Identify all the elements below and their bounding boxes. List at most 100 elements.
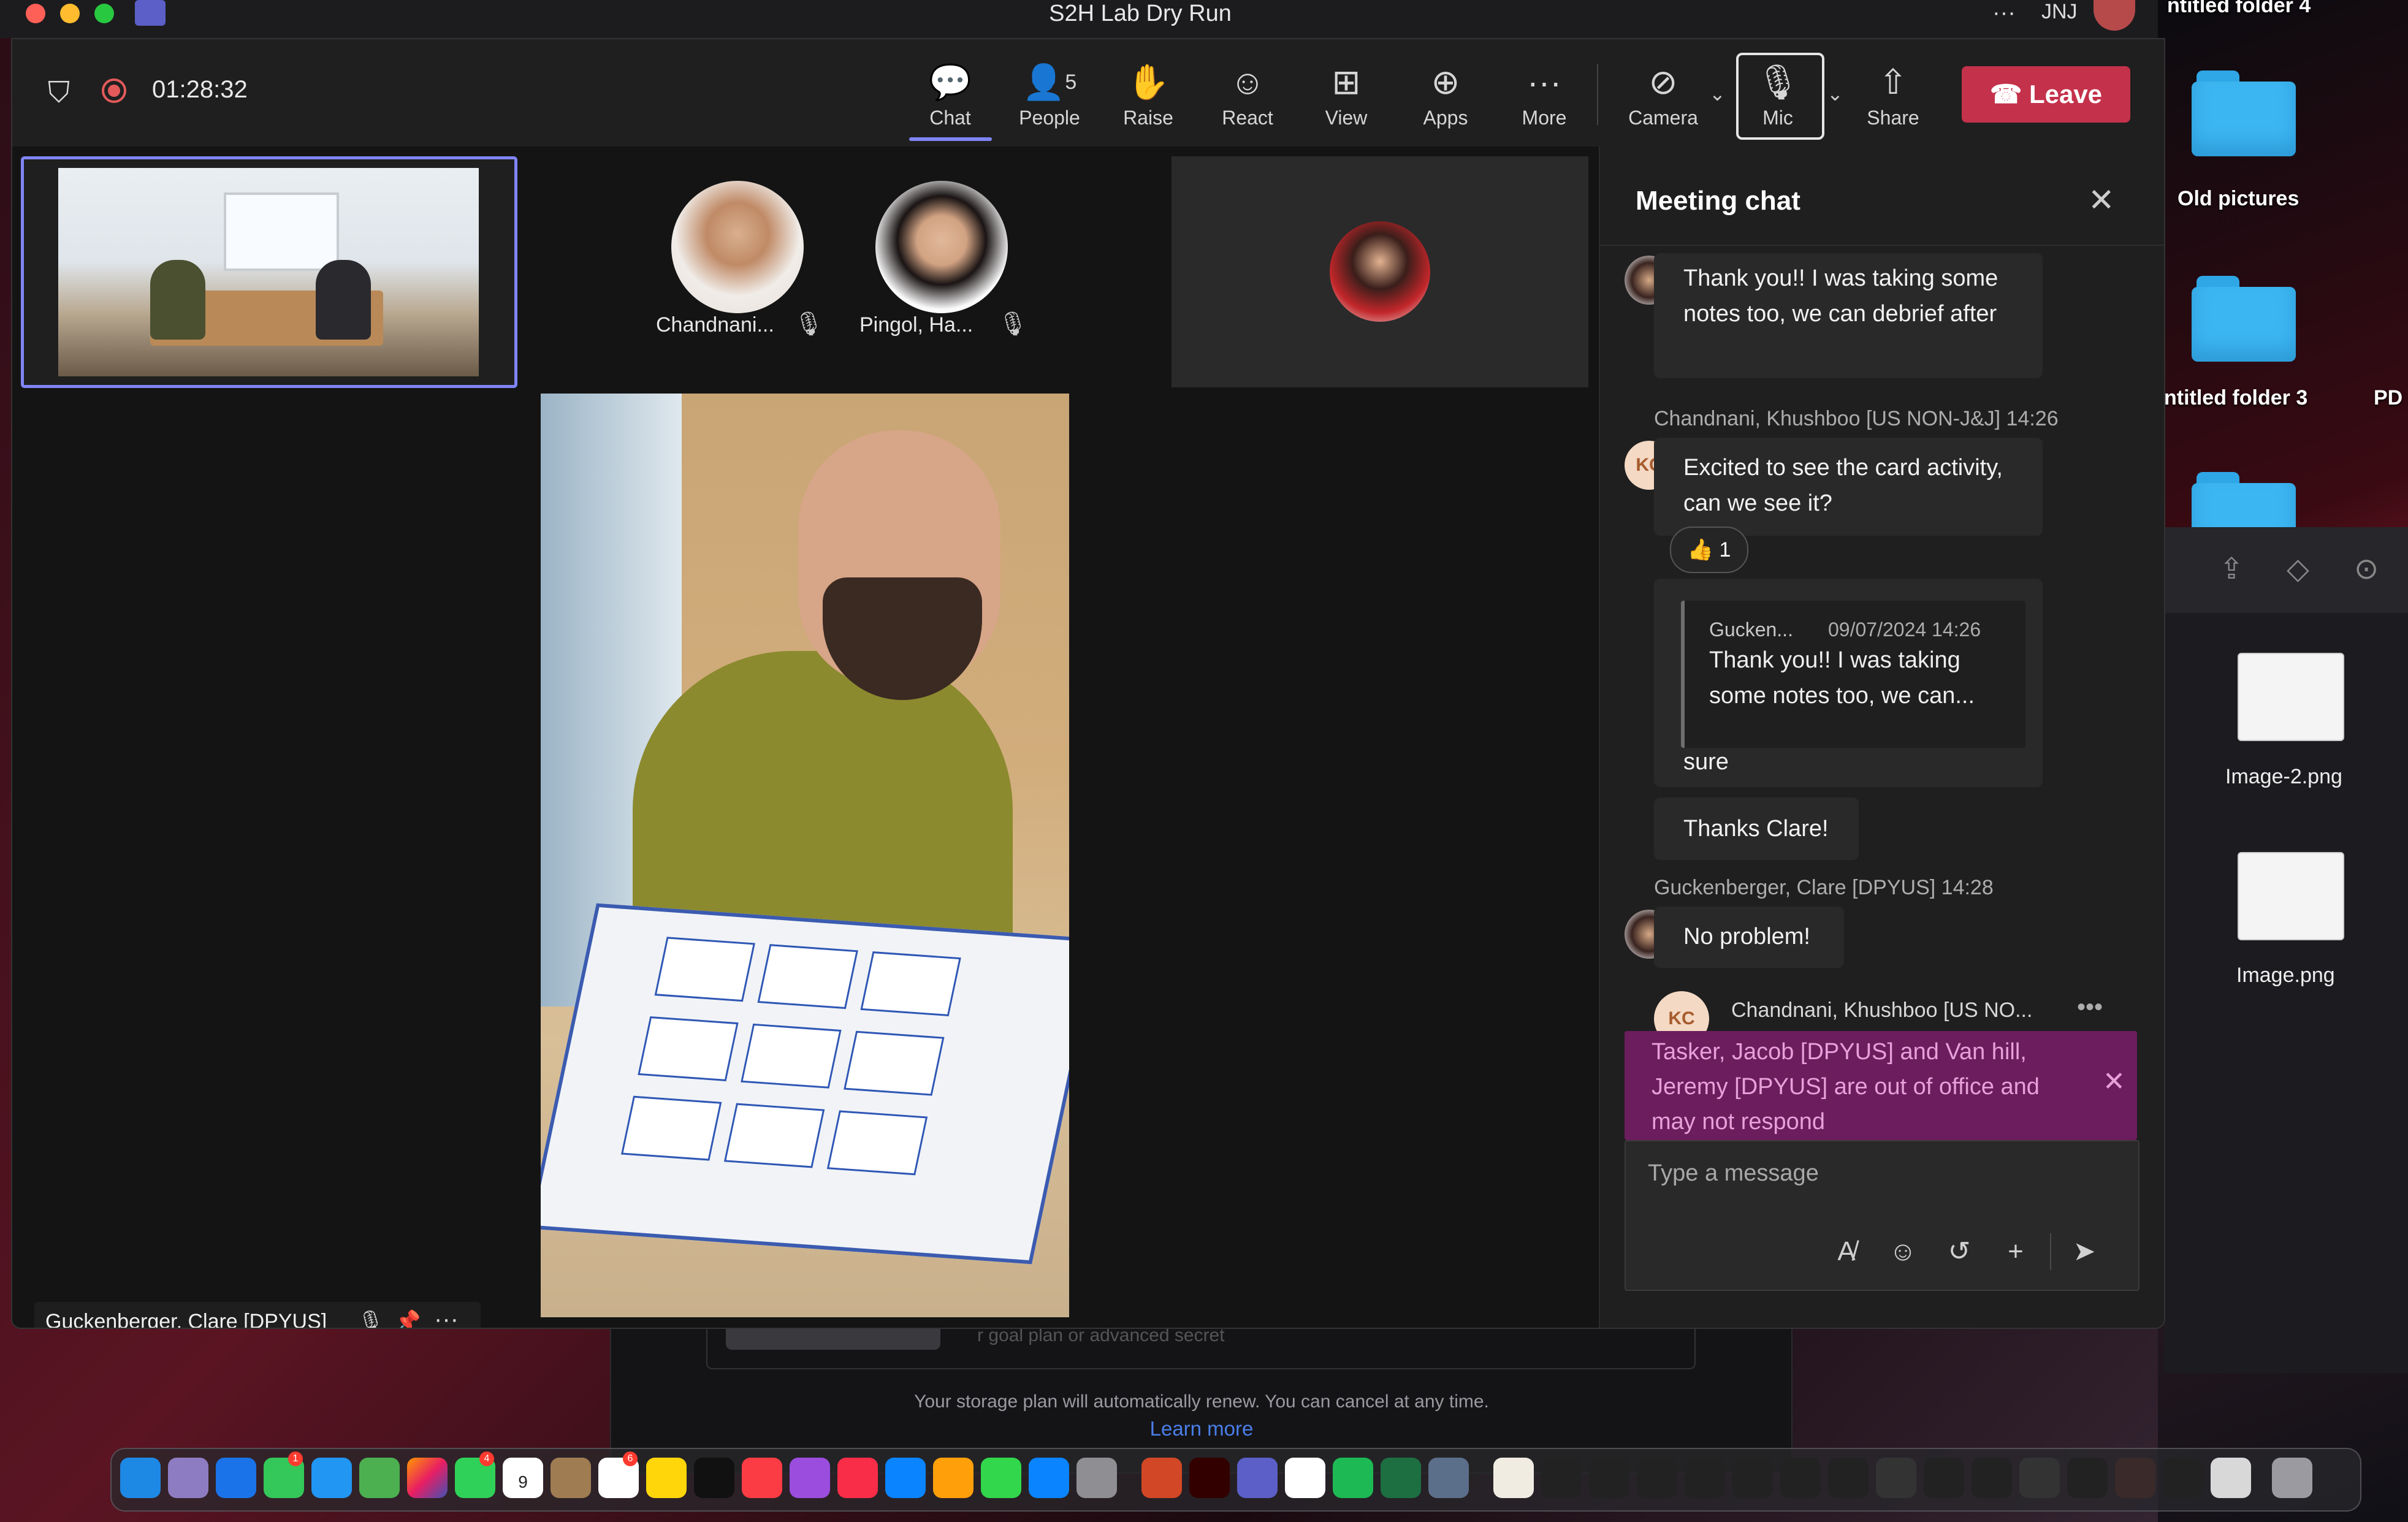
people-button[interactable]: 👤5 People: [1004, 58, 1095, 129]
leave-button[interactable]: ☎ Leave: [1962, 66, 2130, 123]
background-app-button[interactable]: [726, 1325, 940, 1350]
participant-tile[interactable]: [1172, 156, 1588, 387]
apple-tv-icon[interactable]: [694, 1458, 734, 1498]
folder-icon[interactable]: [2192, 70, 2296, 156]
chat-message[interactable]: No problem!: [1654, 907, 1844, 968]
teams-icon[interactable]: [1237, 1458, 1278, 1498]
chat-message[interactable]: Gucken... 09/07/2024 14:26 Thank you!! I…: [1654, 579, 2043, 787]
typing-indicator-icon: •••: [2077, 994, 2103, 1021]
share-icon[interactable]: ⇪: [2219, 552, 2244, 586]
launchpad-icon[interactable]: [168, 1458, 208, 1498]
folder-icon[interactable]: [2192, 276, 2296, 362]
minimized-window-icon[interactable]: [1732, 1458, 1773, 1498]
tag-icon[interactable]: ◇: [2287, 552, 2309, 586]
teams-meeting-window: ⛉ 01:28:32 💬 Chat 👤5 People ✋ Raise ☺ Re…: [11, 38, 2165, 1329]
minimized-window-icon[interactable]: [1589, 1458, 1629, 1498]
minimized-window-icon[interactable]: [1876, 1458, 1916, 1498]
more-icon[interactable]: ⊙: [2354, 552, 2379, 586]
pin-icon[interactable]: 📌: [395, 1302, 421, 1328]
react-button[interactable]: ☺ React: [1202, 58, 1294, 129]
camera-button[interactable]: ⊘ Camera: [1617, 58, 1709, 129]
participant-avatar[interactable]: [671, 181, 804, 313]
notes-icon[interactable]: [646, 1458, 687, 1498]
minimized-window-icon[interactable]: [2115, 1458, 2155, 1498]
pages-icon[interactable]: [933, 1458, 973, 1498]
mail-icon[interactable]: [311, 1458, 352, 1498]
finder-icon[interactable]: [120, 1458, 161, 1498]
music-icon[interactable]: [742, 1458, 782, 1498]
minimized-window-icon[interactable]: [2211, 1458, 2251, 1498]
shield-icon[interactable]: ⛉: [48, 76, 70, 110]
raise-hand-button[interactable]: ✋ Raise: [1102, 58, 1194, 129]
folder-label[interactable]: PD: [2374, 386, 2402, 410]
apps-button[interactable]: ⊕ Apps: [1400, 58, 1492, 129]
quoted-message[interactable]: Gucken... 09/07/2024 14:26 Thank you!! I…: [1681, 601, 2025, 748]
reaction-chip[interactable]: 👍 1: [1670, 527, 1748, 573]
format-icon[interactable]: A̸: [1828, 1233, 1865, 1270]
minimized-window-icon[interactable]: [2163, 1458, 2203, 1498]
chat-message[interactable]: Thanks Clare!: [1654, 797, 1859, 860]
reaction-count: 1: [1719, 538, 1731, 561]
minimized-window-icon[interactable]: [1924, 1458, 1964, 1498]
minimized-window-icon[interactable]: [1637, 1458, 1677, 1498]
preview-icon[interactable]: [1428, 1458, 1469, 1498]
participant-avatar[interactable]: [875, 181, 1008, 313]
message-text: Thanks Clare!: [1683, 816, 1829, 842]
minimized-window-icon[interactable]: [1780, 1458, 1821, 1498]
file-label[interactable]: Image-2.png: [2225, 765, 2342, 789]
more-options-icon[interactable]: ···: [434, 1299, 459, 1328]
emoji-icon[interactable]: ☺: [1884, 1233, 1921, 1270]
spotify-icon[interactable]: [1333, 1458, 1373, 1498]
keynote-icon[interactable]: [885, 1458, 926, 1498]
messages-badge: 1: [288, 1452, 303, 1466]
minimized-window-icon[interactable]: [1685, 1458, 1725, 1498]
safari-icon[interactable]: [216, 1458, 256, 1498]
learn-more-link[interactable]: Learn more: [674, 1417, 1729, 1440]
mic-button[interactable]: 🎙 Mic: [1732, 58, 1824, 129]
file-label[interactable]: Image.png: [2236, 964, 2335, 987]
close-icon[interactable]: ✕: [2088, 182, 2115, 219]
folder-label[interactable]: Old pictures: [2177, 187, 2299, 211]
chrome-icon[interactable]: [1285, 1458, 1325, 1498]
author-name: Chandnani, Khushboo [US NON-J&J]: [1654, 407, 2001, 430]
podcasts-icon[interactable]: [790, 1458, 830, 1498]
powerpoint-icon[interactable]: [1141, 1458, 1182, 1498]
minimized-window-icon[interactable]: [1972, 1458, 2012, 1498]
image-thumbnail[interactable]: [2238, 852, 2344, 940]
illustrator-icon[interactable]: [1189, 1458, 1230, 1498]
share-button[interactable]: ⇧ Share: [1847, 58, 1939, 129]
close-icon[interactable]: ✕: [2103, 1064, 2125, 1099]
view-button[interactable]: ⊞ View: [1300, 58, 1392, 129]
more-options-icon[interactable]: ···: [1992, 0, 2016, 26]
excel-icon[interactable]: [1381, 1458, 1421, 1498]
calendar-icon[interactable]: 9: [503, 1458, 543, 1498]
room-video-tile[interactable]: [21, 156, 517, 388]
minimized-window-icon[interactable]: [2019, 1458, 2060, 1498]
numbers-icon[interactable]: [981, 1458, 1021, 1498]
send-icon[interactable]: ➤: [2066, 1233, 2103, 1270]
chat-message[interactable]: Excited to see the card activity, can we…: [1654, 438, 2043, 536]
minimized-window-icon[interactable]: [2067, 1458, 2108, 1498]
folder-label[interactable]: ntitled folder 3: [2164, 386, 2307, 410]
trash-icon[interactable]: [2272, 1458, 2312, 1498]
minimized-window-icon[interactable]: [1828, 1458, 1869, 1498]
app-store-icon[interactable]: [1029, 1458, 1069, 1498]
chat-button[interactable]: 💬 Chat: [904, 58, 996, 129]
minimized-window-icon[interactable]: [1541, 1458, 1582, 1498]
more-button[interactable]: ··· More: [1498, 58, 1590, 129]
chat-message[interactable]: Thank you!! I was taking some notes too,…: [1654, 253, 2043, 378]
news-icon[interactable]: [837, 1458, 878, 1498]
chat-header-divider: [1600, 245, 2164, 246]
message-input[interactable]: [1647, 1160, 2103, 1187]
main-video-feed[interactable]: [541, 394, 1069, 1317]
photos-icon[interactable]: [407, 1458, 448, 1498]
camera-options-chevron-icon[interactable]: ⌄: [1709, 82, 1726, 105]
image-thumbnail[interactable]: [2238, 653, 2344, 741]
system-settings-icon[interactable]: [1076, 1458, 1117, 1498]
loop-icon[interactable]: ↺: [1941, 1233, 1978, 1270]
contacts-icon[interactable]: [551, 1458, 591, 1498]
plus-icon[interactable]: +: [1997, 1233, 2034, 1270]
document-icon[interactable]: [1493, 1458, 1534, 1498]
mic-options-chevron-icon[interactable]: ⌄: [1827, 82, 1843, 105]
maps-icon[interactable]: [359, 1458, 400, 1498]
